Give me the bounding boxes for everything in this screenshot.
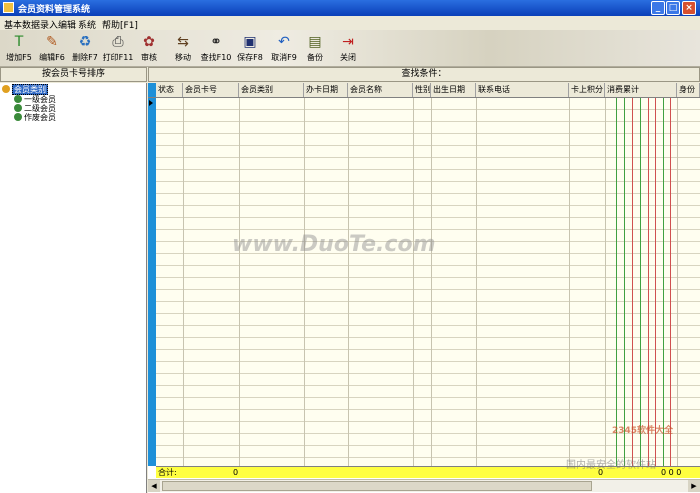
col-points[interactable]: 卡上积分	[569, 83, 605, 97]
binoculars-icon: ⚭	[210, 34, 222, 50]
save-disk-icon: ▣	[243, 34, 257, 50]
horizontal-scrollbar[interactable]: ◀ ▶	[148, 479, 700, 492]
grid-header: 状态 会员卡号 会员类别 办卡日期 会员名称 性别 出生日期 联系电话 卡上积分…	[148, 83, 700, 98]
maximize-button[interactable]: □	[666, 1, 680, 15]
grid-divider	[677, 98, 678, 466]
grid-divider	[670, 98, 671, 466]
close-button[interactable]: ⇥ 关闭	[331, 31, 365, 65]
audit-icon: ✿	[143, 34, 155, 50]
edit-button[interactable]: ✎ 编辑F6	[35, 31, 69, 65]
watermark: www.DuoTe.com	[232, 232, 436, 257]
grid-divider	[632, 98, 633, 466]
move-icon: ⇆	[177, 34, 189, 50]
col-consumption-total[interactable]: 消费累计	[605, 83, 677, 97]
minimize-button[interactable]: _	[651, 1, 665, 15]
grid-divider	[431, 98, 432, 466]
watermark-slogan: 国内最安全的软件站	[566, 460, 656, 471]
print-button[interactable]: ⎙ 打印F11	[101, 31, 135, 65]
summary-label: 合计:	[158, 468, 177, 477]
grid-divider	[183, 98, 184, 466]
grid-divider	[624, 98, 625, 466]
col-gender[interactable]: 性别	[413, 83, 431, 97]
grid-divider	[640, 98, 641, 466]
scroll-right-icon[interactable]: ▶	[688, 480, 700, 492]
app-icon	[3, 2, 14, 13]
col-member-name[interactable]: 会员名称	[348, 83, 413, 97]
tree-node-void[interactable]: 作废会员	[14, 112, 56, 123]
current-row-arrow-icon	[149, 100, 153, 106]
grid-divider	[476, 98, 477, 466]
col-phone[interactable]: 联系电话	[476, 83, 569, 97]
add-doc-icon: T	[14, 34, 24, 50]
member-category-tree: 会员类别 一级会员 二级会员 作废会员	[0, 83, 147, 493]
print-icon: ⎙	[112, 34, 124, 50]
sort-by-card-button[interactable]: 按会员卡号排序	[0, 67, 147, 82]
summary-card-total: 0	[233, 468, 239, 477]
backup-button[interactable]: ▤ 备份	[298, 31, 332, 65]
undo-arrow-icon: ↶	[278, 34, 290, 50]
window-title: 会员资料管理系统	[18, 5, 91, 15]
grid-divider	[239, 98, 240, 466]
col-id[interactable]: 身份	[677, 83, 700, 97]
col-birth-date[interactable]: 出生日期	[431, 83, 476, 97]
grid-divider	[648, 98, 649, 466]
col-issue-date[interactable]: 办卡日期	[304, 83, 348, 97]
delete-recycle-icon: ♻	[78, 34, 92, 50]
grid-divider	[413, 98, 414, 466]
audit-button[interactable]: ✿ 审核	[132, 31, 166, 65]
grid-body[interactable]	[156, 98, 700, 466]
backup-icon: ▤	[308, 34, 322, 50]
scroll-left-icon[interactable]: ◀	[148, 480, 160, 492]
grid-divider	[348, 98, 349, 466]
grid-divider	[569, 98, 570, 466]
grid-divider	[616, 98, 617, 466]
grid-divider	[663, 98, 664, 466]
col-status[interactable]: 状态	[156, 83, 183, 97]
member-icon	[14, 104, 22, 112]
summary-consumption-total: 0 0 0	[661, 468, 682, 477]
grid-divider	[605, 98, 606, 466]
watermark-logo: 2345软件大全	[612, 426, 674, 436]
save-button[interactable]: ▣ 保存F8	[233, 31, 267, 65]
find-button[interactable]: ⚭ 查找F10	[199, 31, 233, 65]
row-indicator-column	[148, 98, 156, 466]
cancel-button[interactable]: ↶ 取消F9	[267, 31, 301, 65]
grid-divider	[304, 98, 305, 466]
toolbar: T 增加F5 ✎ 编辑F6 ♻ 删除F7 ⎙ 打印F11 ✿ 审核 ⇆ 移动 ⚭ 查找F10 …	[0, 30, 700, 67]
folder-icon	[2, 85, 10, 93]
edit-pencil-icon: ✎	[46, 34, 58, 50]
title-bar: 会员资料管理系统 _ □ ×	[0, 0, 700, 16]
add-button[interactable]: T 增加F5	[2, 31, 36, 65]
member-icon	[14, 113, 22, 121]
col-member-type[interactable]: 会员类别	[239, 83, 304, 97]
scroll-thumb[interactable]	[162, 481, 592, 491]
member-icon	[14, 95, 22, 103]
exit-door-icon: ⇥	[342, 34, 354, 50]
search-condition-bar[interactable]: 查找条件：	[148, 67, 700, 82]
move-button[interactable]: ⇆ 移动	[166, 31, 200, 65]
close-window-button[interactable]: ×	[682, 1, 696, 15]
grid-divider	[655, 98, 656, 466]
menu-bar: 基本数据录入编辑 系统 帮助[F1]	[0, 16, 700, 31]
delete-button[interactable]: ♻ 删除F7	[68, 31, 102, 65]
col-card-no[interactable]: 会员卡号	[183, 83, 239, 97]
